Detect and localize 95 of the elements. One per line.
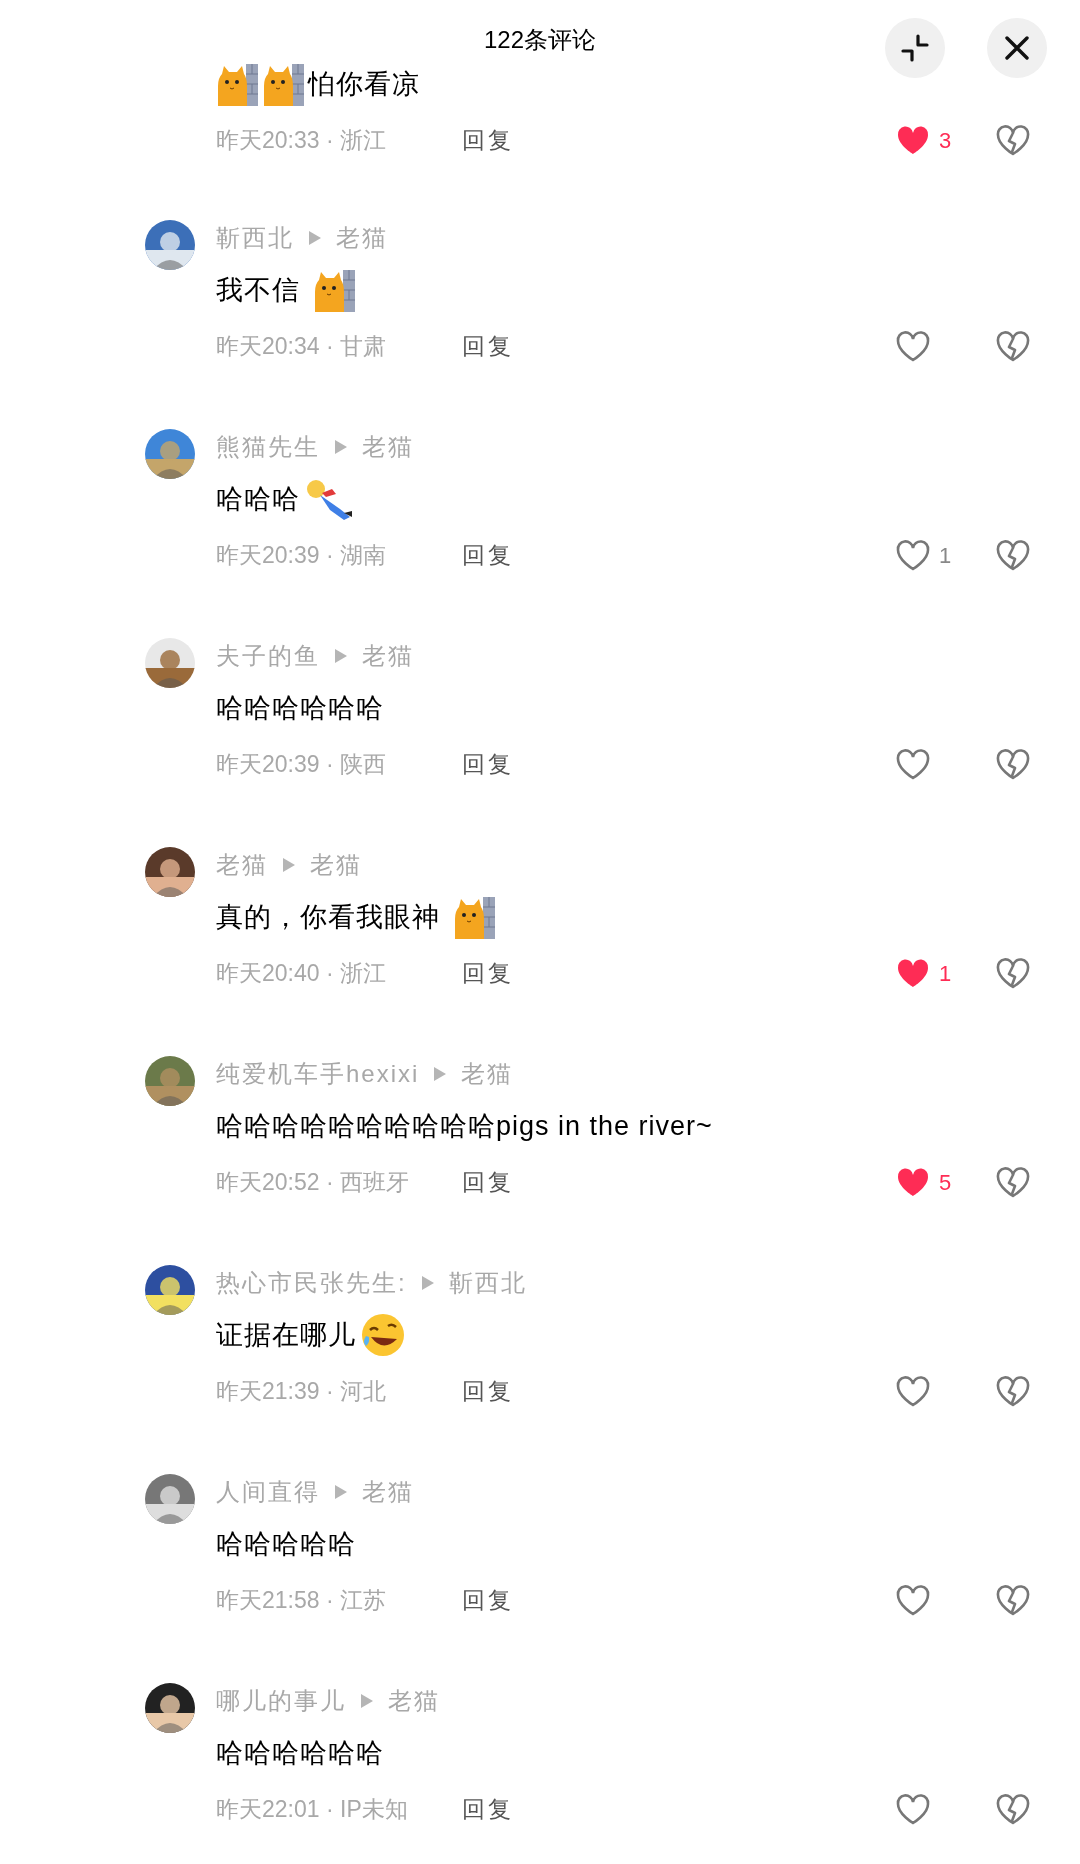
like-count: 1 [939, 959, 952, 988]
heart-icon [895, 538, 931, 572]
heart-icon [895, 1583, 931, 1617]
dislike-button[interactable] [995, 538, 1031, 572]
broken-heart-icon [995, 329, 1031, 363]
heart-icon [895, 747, 931, 781]
comment-text: 哈哈哈哈哈哈 [216, 1736, 384, 1770]
reply-to-name[interactable]: 老猫 [461, 1056, 514, 1092]
like-button[interactable]: 5 [895, 1165, 995, 1199]
comment-text: 证据在哪儿 [216, 1318, 356, 1352]
comment-text: 哈哈哈哈哈哈 [216, 691, 384, 725]
heart-icon [895, 956, 931, 990]
reply-button[interactable]: 回复 [462, 746, 514, 782]
broken-heart-icon [995, 1165, 1031, 1199]
author-name[interactable]: 夫子的鱼 [216, 638, 320, 674]
play-icon [334, 1484, 348, 1500]
heart-icon [895, 1165, 931, 1199]
author-name[interactable]: 纯爱机车手hexixi [216, 1056, 420, 1092]
cat-sticker-icon [262, 62, 304, 106]
dislike-button[interactable] [995, 1374, 1031, 1408]
cat-sticker-icon [452, 895, 495, 939]
comment-text: 我不信 [216, 273, 301, 307]
comment-time-location: 昨天20:34 · 甘肃 [216, 331, 387, 361]
like-button[interactable]: 1 [895, 956, 995, 990]
play-icon [308, 230, 322, 246]
reply-to-name[interactable]: 老猫 [310, 847, 362, 883]
dislike-button[interactable] [995, 747, 1031, 781]
reply-button[interactable]: 回复 [462, 122, 514, 158]
reply-to-name[interactable]: 靳西北 [448, 1265, 527, 1301]
play-icon [360, 1693, 374, 1709]
comment-time-location: 昨天21:39 · 河北 [216, 1376, 387, 1406]
comment-text: 哈哈哈 [216, 482, 300, 516]
close-icon [1004, 35, 1030, 61]
heart-icon [895, 1792, 931, 1826]
comment-time-location: 昨天20:40 · 浙江 [216, 958, 387, 988]
like-count: 1 [939, 541, 952, 570]
reply-to-name[interactable]: 老猫 [388, 1683, 440, 1719]
author-name[interactable]: 哪儿的事儿 [216, 1683, 346, 1719]
comment-text: 怕你看凉 [308, 67, 420, 101]
broken-heart-icon [995, 956, 1031, 990]
author-name[interactable]: 人间直得 [216, 1474, 320, 1510]
cat-sticker-icon [312, 268, 355, 312]
reply-button[interactable]: 回复 [462, 1164, 514, 1200]
broken-heart-icon [995, 1374, 1031, 1408]
like-button[interactable]: 1 [895, 538, 995, 572]
laughing-emoji-icon [360, 1312, 406, 1358]
reply-to-name[interactable]: 老猫 [362, 638, 414, 674]
broken-heart-icon [995, 747, 1031, 781]
reply-to-name[interactable]: 老猫 [362, 429, 414, 465]
broken-heart-icon [995, 1583, 1031, 1617]
reply-button[interactable]: 回复 [462, 328, 514, 364]
comment-time-location: 昨天20:52 · 西班牙 [216, 1167, 410, 1197]
heart-icon [895, 1374, 931, 1408]
comment-text: 哈哈哈哈哈 [216, 1527, 356, 1561]
broken-heart-icon [995, 538, 1031, 572]
fallen-figure-sticker-icon [304, 477, 354, 521]
reply-button[interactable]: 回复 [462, 955, 514, 991]
collapse-icon [900, 33, 930, 63]
author-name[interactable]: 靳西北 [216, 220, 294, 256]
comments-title: 122条评论 [483, 25, 596, 55]
dislike-button[interactable] [995, 329, 1031, 363]
comment-time-location: 昨天20:39 · 湖南 [216, 540, 387, 570]
like-count: 5 [939, 1168, 952, 1197]
dislike-button[interactable] [995, 1792, 1031, 1826]
comment-time-location: 昨天21:58 · 江苏 [216, 1585, 387, 1615]
dislike-button[interactable] [995, 1583, 1031, 1617]
play-icon [282, 857, 296, 873]
heart-icon [895, 123, 931, 157]
comment-time-location: 昨天20:33 · 浙江 [216, 125, 387, 155]
author-name[interactable]: 熊猫先生 [216, 429, 320, 465]
like-count: 3 [939, 126, 952, 155]
author-name[interactable]: 老猫 [216, 847, 268, 883]
reply-button[interactable]: 回复 [462, 537, 514, 573]
comment-text: 真的，你看我眼神 [216, 900, 441, 934]
reply-button[interactable]: 回复 [462, 1791, 514, 1827]
like-button[interactable]: 3 [895, 123, 995, 157]
reply-button[interactable]: 回复 [462, 1582, 514, 1618]
play-icon [334, 439, 348, 455]
author-name[interactable]: 热心市民张先生: [216, 1265, 407, 1301]
dislike-button[interactable] [995, 123, 1031, 157]
cat-sticker-icon [216, 62, 258, 106]
reply-to-name[interactable]: 老猫 [362, 1474, 414, 1510]
comment-time-location: 昨天20:39 · 陕西 [216, 749, 387, 779]
broken-heart-icon [995, 123, 1031, 157]
reply-button[interactable]: 回复 [462, 1373, 514, 1409]
play-icon [420, 1275, 435, 1291]
comment-text: 哈哈哈哈哈哈哈哈哈哈pigs in the river~ [216, 1109, 713, 1143]
reply-to-name[interactable]: 老猫 [336, 220, 388, 256]
play-icon [334, 648, 348, 664]
comment-time-location: 昨天22:01 · IP未知 [216, 1794, 409, 1824]
heart-icon [895, 329, 931, 363]
play-icon [433, 1066, 448, 1082]
dislike-button[interactable] [995, 1165, 1031, 1199]
broken-heart-icon [995, 1792, 1031, 1826]
dislike-button[interactable] [995, 956, 1031, 990]
